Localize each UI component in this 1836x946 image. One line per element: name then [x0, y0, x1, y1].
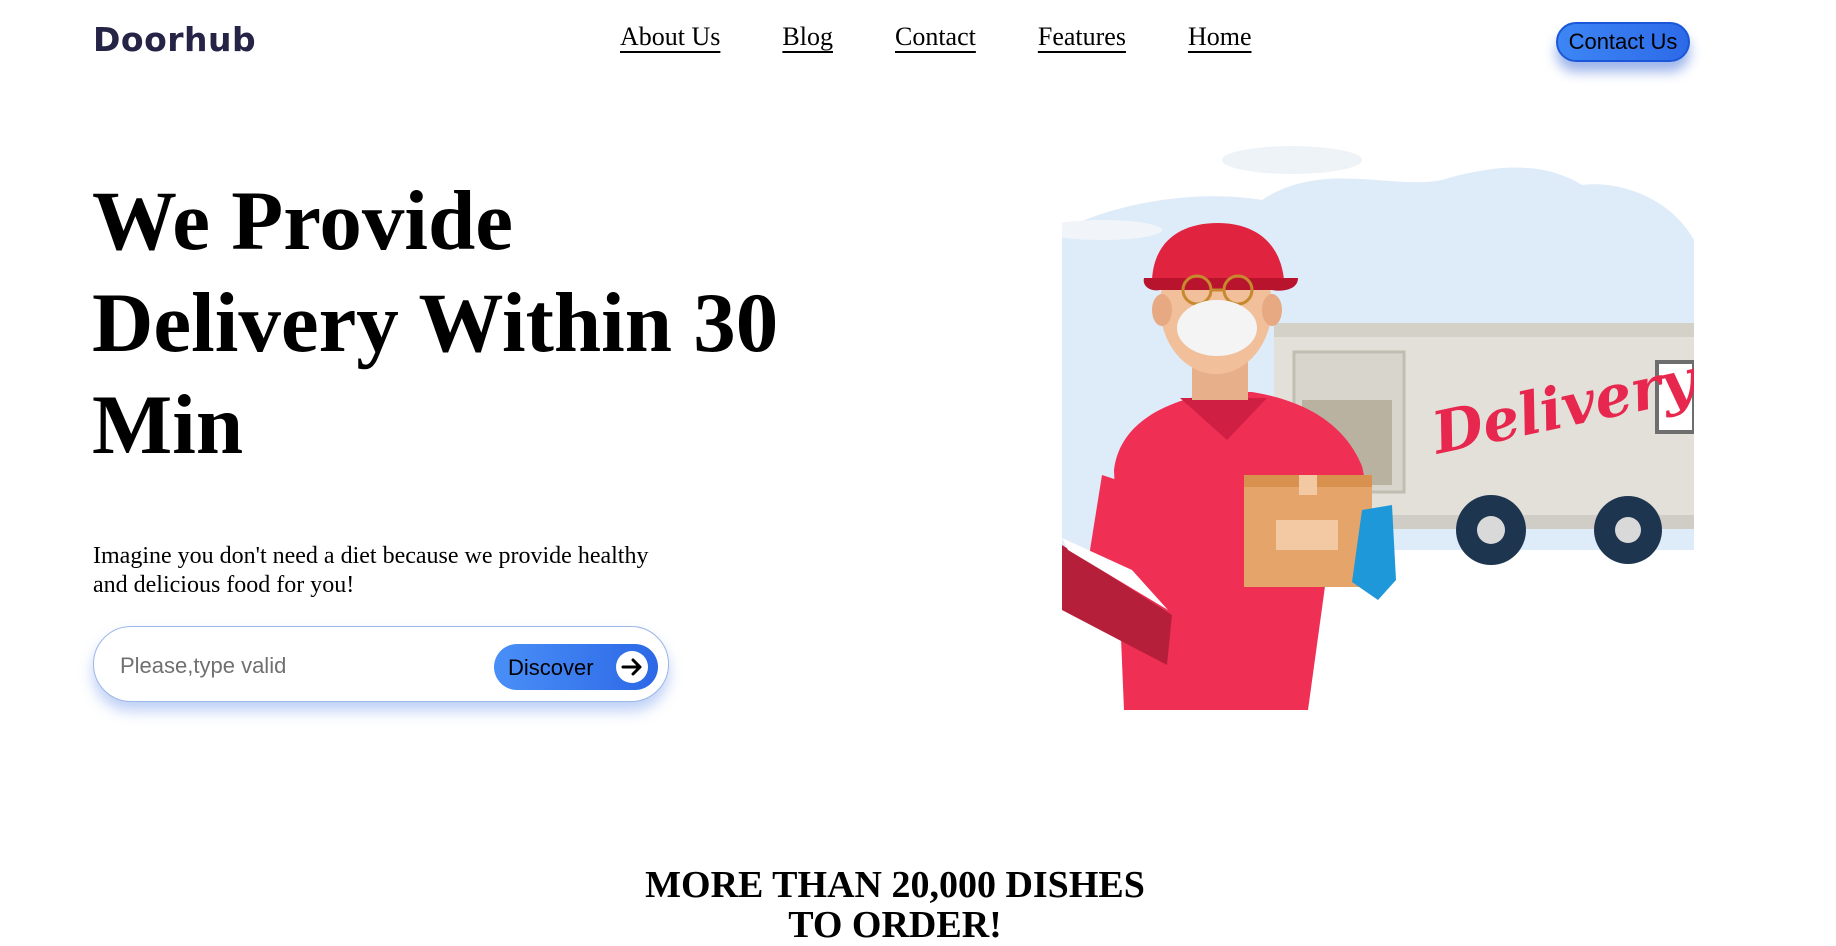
hero-subtitle: Imagine you don't need a diet because we…: [93, 543, 649, 598]
delivery-illustration: Delivery!: [1042, 130, 1726, 710]
logo[interactable]: Doorhub: [93, 20, 256, 59]
nav-features[interactable]: Features: [1038, 22, 1126, 52]
discover-label: Discover: [508, 655, 594, 680]
hero-title: We Provide Delivery Within 30 Min: [92, 174, 779, 472]
nav-contact[interactable]: Contact: [895, 22, 976, 52]
search-input[interactable]: [118, 645, 482, 687]
nav-home[interactable]: Home: [1188, 22, 1252, 52]
nav-blog[interactable]: Blog: [782, 22, 833, 52]
search-bar: Discover: [93, 626, 669, 702]
section-heading: MORE THAN 20,000 DISHES TO ORDER!: [645, 864, 1145, 946]
main-nav: About Us Blog Contact Features Home: [620, 22, 1314, 52]
contact-us-button[interactable]: Contact Us: [1556, 22, 1690, 62]
nav-about-us[interactable]: About Us: [620, 22, 720, 52]
arrow-right-icon: [616, 651, 648, 683]
discover-button[interactable]: Discover: [494, 644, 658, 690]
